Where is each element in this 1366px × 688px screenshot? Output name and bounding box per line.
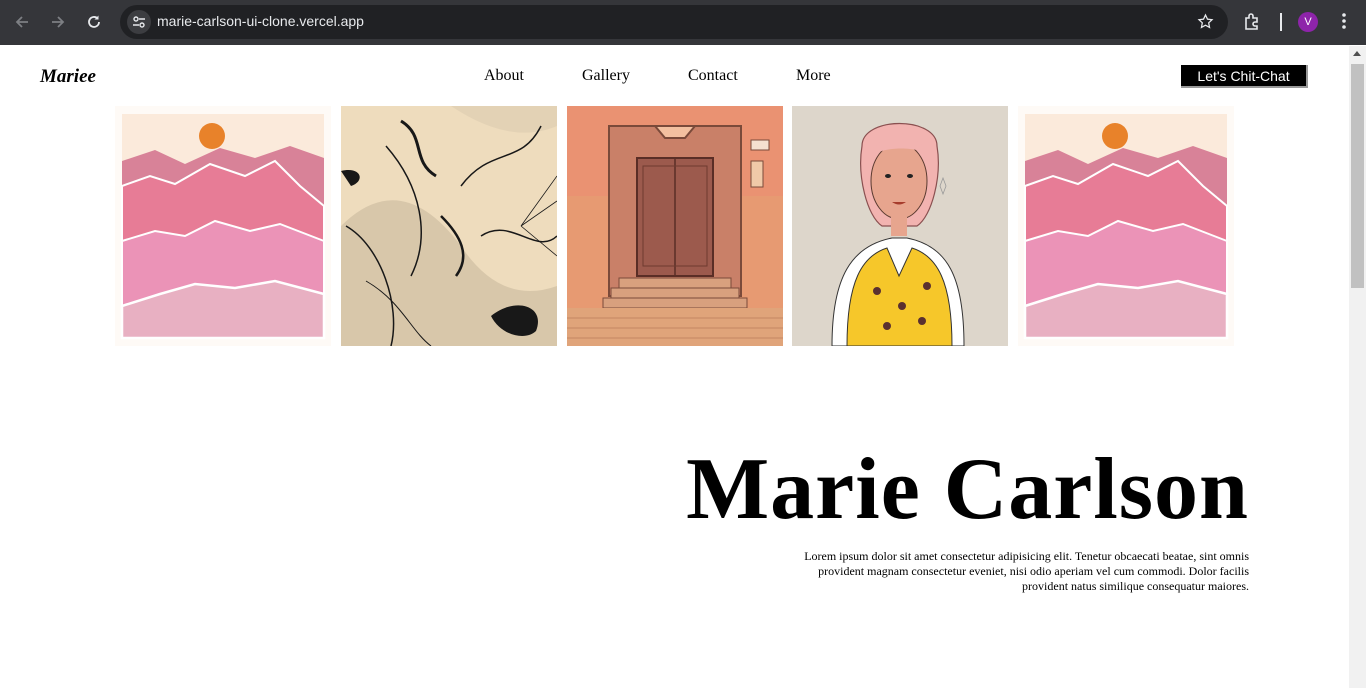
site-settings-icon[interactable] [127,10,151,34]
address-bar[interactable]: marie-carlson-ui-clone.vercel.app [120,5,1228,39]
page-scrollbar[interactable] [1349,46,1366,688]
scroll-up-arrow-icon[interactable] [1353,51,1361,56]
nav-link-more[interactable]: More [796,67,831,85]
hero-description: Lorem ipsum dolor sit amet consectetur a… [804,549,1249,593]
toolbar-divider [1280,13,1282,31]
artwork-mountains-1[interactable] [115,106,331,346]
hero-title: Marie Carlson [686,441,1249,538]
scrollbar-thumb[interactable] [1351,64,1364,288]
artwork-floral-lines[interactable] [341,106,557,346]
extensions-icon[interactable] [1243,11,1263,36]
nav-link-about[interactable]: About [484,67,524,85]
artwork-girl-portrait[interactable] [792,106,1008,346]
url-text[interactable]: marie-carlson-ui-clone.vercel.app [157,13,364,29]
forward-icon[interactable] [45,9,71,35]
profile-avatar[interactable]: V [1298,12,1318,32]
reload-icon[interactable] [81,9,107,35]
nav-link-gallery[interactable]: Gallery [582,67,630,85]
back-icon[interactable] [9,9,35,35]
browser-toolbar: marie-carlson-ui-clone.vercel.app V [0,0,1366,45]
chit-chat-button[interactable]: Let's Chit-Chat [1181,65,1308,88]
artwork-mountains-2[interactable] [1018,106,1234,346]
site-logo[interactable]: Mariee [40,66,96,88]
artwork-door[interactable] [567,106,783,346]
nav-link-contact[interactable]: Contact [688,67,738,85]
web-page: Mariee About Gallery Contact More Let's … [0,46,1349,688]
bookmark-star-icon[interactable] [1197,13,1214,35]
more-menu-icon[interactable] [1336,11,1352,36]
